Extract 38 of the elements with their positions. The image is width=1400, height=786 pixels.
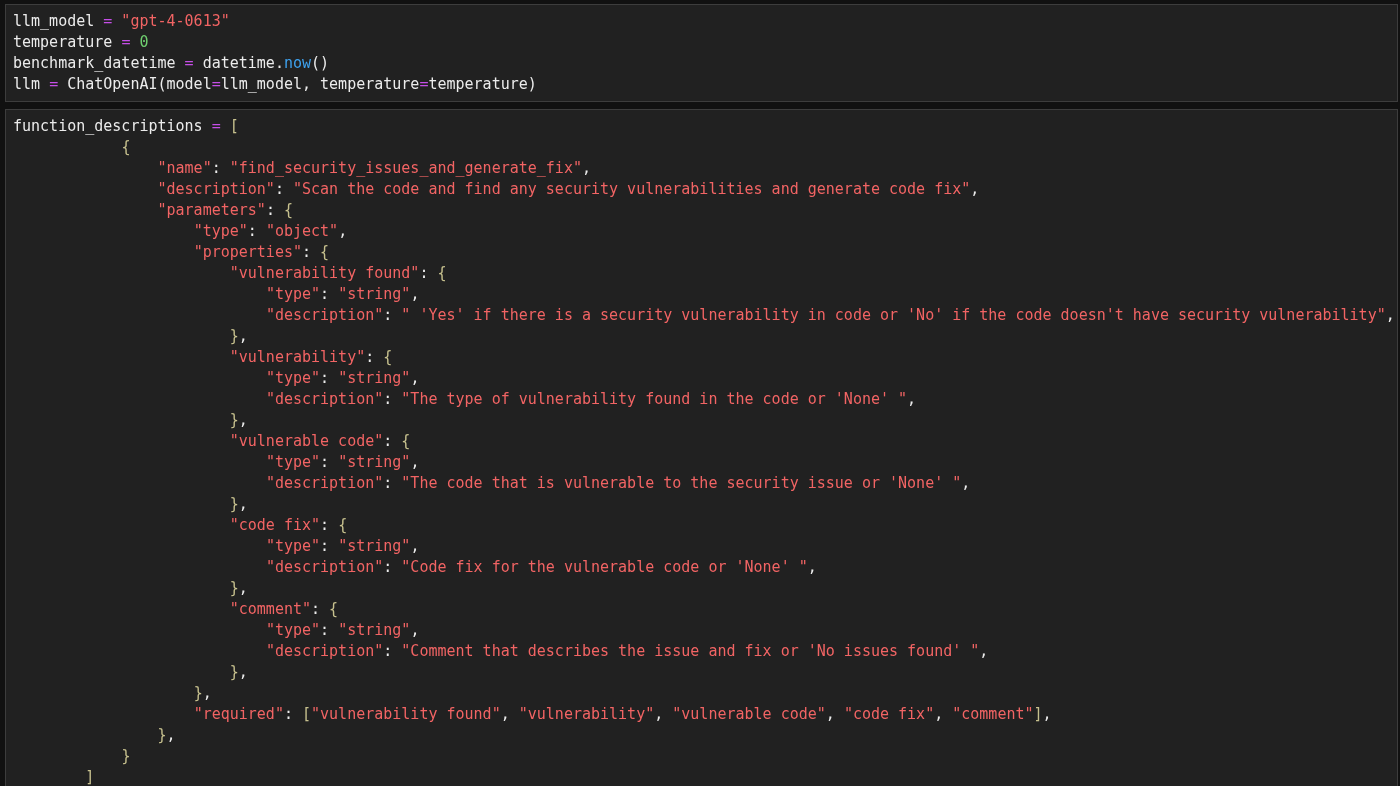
code-line: "properties": {	[193, 243, 330, 261]
code-line: "type": "object",	[193, 222, 348, 240]
code-line: "type": "string",	[265, 537, 420, 555]
code-line: "code fix": {	[229, 516, 348, 534]
code-line: llm = ChatOpenAI(model=llm_model, temperature=temperature)	[13, 75, 537, 93]
code-line: "vulnerability found": {	[229, 264, 447, 282]
code-line: },	[229, 579, 248, 597]
code-line: "parameters": {	[157, 201, 293, 219]
code-line: },	[229, 411, 248, 429]
code-cell[interactable]: llm_model = "gpt-4-0613" temperature = 0 benchmark_datetime = datetime.now() llm = ChatOpenAI(model=llm_model, temperature=temperature)	[5, 4, 1398, 102]
code-line: "type": "string",	[265, 453, 420, 471]
code-line: "description": "Comment that describes the issue and fix or 'No issues found' ",	[265, 642, 989, 660]
code-line: llm_model = "gpt-4-0613"	[13, 12, 230, 30]
code-line: "vulnerability": {	[229, 348, 393, 366]
code-line: },	[157, 726, 176, 744]
code-cell[interactable]	[5, 109, 1398, 786]
code-line: "name": "find_security_issues_and_generate_fix",	[157, 159, 591, 177]
code-line: "type": "string",	[265, 369, 420, 387]
code-line: temperature = 0	[13, 33, 149, 51]
code-line: ]	[85, 768, 95, 786]
code-line: "required": ["vulnerability found", "vulnerability", "vulnerable code", "code fix", "comment"],	[193, 705, 1052, 723]
code-line: function_descriptions = [	[13, 117, 239, 135]
code-line: benchmark_datetime = datetime.now()	[13, 54, 330, 72]
code-line: "vulnerable code": {	[229, 432, 411, 450]
code-line: }	[121, 747, 131, 765]
code-line: "description": "The code that is vulnerable to the security issue or 'None' ",	[265, 474, 971, 492]
code-line: "description": "Scan the code and find any security vulnerabilities and generate code fix",	[157, 180, 980, 198]
code-line: "description": "The type of vulnerability found in the code or 'None' ",	[265, 390, 917, 408]
code-line: },	[229, 663, 248, 681]
code-line: "description": "Code fix for the vulnerable code or 'None' ",	[265, 558, 817, 576]
code-line: "comment": {	[229, 600, 339, 618]
code-line: },	[229, 327, 248, 345]
code-line: {	[121, 138, 131, 156]
code-line: "type": "string",	[265, 621, 420, 639]
code-line: "description": " 'Yes' if there is a security vulnerability in code or 'No' if the code doesn't have security vulnerability",	[265, 306, 1395, 324]
code-line: },	[229, 495, 248, 513]
code-line: },	[193, 684, 212, 702]
code-line: "type": "string",	[265, 285, 420, 303]
